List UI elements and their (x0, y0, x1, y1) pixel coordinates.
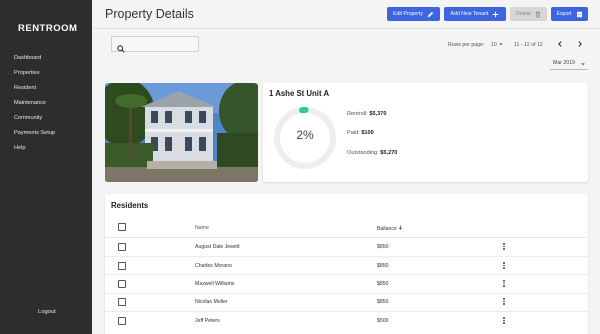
sidebar-item-help[interactable]: Help (14, 144, 55, 159)
export-button[interactable]: Export (551, 7, 588, 21)
paid-value: $100 (361, 130, 374, 136)
select-all-checkbox[interactable] (118, 223, 126, 231)
more-vertical-icon[interactable] (501, 298, 507, 307)
rows-per-page-select[interactable]: 10 (491, 42, 497, 48)
delete-label: Delete (516, 11, 531, 17)
resident-balance: $850 (377, 299, 389, 305)
row-divider (105, 293, 588, 294)
outstanding-stat: Outstanding: $5,270 (347, 150, 397, 156)
rows-per-page-label: Rows per page: (448, 42, 485, 48)
outstanding-value: $5,270 (380, 150, 398, 156)
residents-title: Residents (111, 201, 149, 210)
sidebar-item-resident[interactable]: Resident (14, 84, 55, 99)
more-vertical-icon[interactable] (501, 262, 507, 271)
resident-balance: $850 (377, 263, 389, 269)
plus-icon (492, 11, 499, 18)
sidebar-item-properties[interactable]: Properties (14, 69, 55, 84)
month-value: Mar 2019 (553, 60, 575, 66)
row-checkbox[interactable] (118, 317, 126, 325)
rentroll-value: $5,370 (369, 111, 387, 117)
page-title: Property Details (105, 7, 194, 21)
rent-progress-percent: 2% (296, 128, 314, 142)
header-divider (92, 28, 600, 29)
paid-stat: Paid: $100 (347, 130, 374, 136)
row-checkbox[interactable] (118, 262, 126, 270)
search-input[interactable] (128, 38, 196, 50)
more-vertical-icon[interactable] (501, 280, 507, 289)
column-header-balance[interactable]: Ballance (377, 225, 403, 232)
add-new-tenant-label: Add New Tenant (450, 11, 489, 17)
edit-property-label: Edit Property (393, 11, 423, 17)
sidebar-item-community[interactable]: Community (14, 114, 55, 129)
caret-down-icon[interactable] (498, 41, 504, 49)
resident-balance: $850 (377, 244, 389, 250)
rentroll-stat: Rentroll: $5,370 (347, 111, 387, 117)
chevron-left-icon[interactable] (556, 40, 564, 50)
outstanding-label: Outstanding: (347, 150, 379, 156)
row-divider (105, 311, 588, 312)
search-box[interactable] (111, 36, 199, 53)
row-checkbox[interactable] (118, 298, 126, 306)
column-header-balance-label: Ballance (377, 226, 397, 232)
more-vertical-icon[interactable] (501, 317, 507, 326)
logout-link[interactable]: Logout (38, 309, 56, 315)
brand-logo: RENTROOM (18, 23, 78, 34)
pencil-icon (427, 11, 434, 18)
sidebar-nav: Dashboard Properties Resident Maintenanc… (14, 54, 55, 159)
resident-name[interactable]: August Dale Jewett (195, 244, 240, 250)
main-content: Property Details Edit Property Add New T… (92, 0, 600, 334)
property-address: 1 Ashe St Unit A (269, 89, 330, 98)
sidebar-item-payments-setup[interactable]: Payments Setup (14, 129, 55, 144)
caret-down-icon (580, 61, 586, 69)
resident-name[interactable]: Jeff Peters (195, 318, 220, 324)
residents-card: Residents Name Ballance August Dale Jewe… (105, 194, 588, 334)
sidebar: RENTROOM Dashboard Properties Resident M… (0, 0, 92, 334)
resident-balance: $500 (377, 318, 389, 324)
resident-name[interactable]: Charles Morano (195, 263, 232, 269)
sort-arrow-down-icon (398, 225, 403, 232)
more-vertical-icon[interactable] (501, 243, 507, 252)
delete-button[interactable]: Delete (510, 7, 547, 21)
export-label: Export (556, 11, 572, 17)
resident-name[interactable]: Maxwell Williams (195, 281, 234, 287)
row-checkbox[interactable] (118, 280, 126, 288)
row-divider (105, 274, 588, 275)
export-icon (576, 11, 583, 18)
trash-icon (535, 10, 541, 18)
row-checkbox[interactable] (118, 243, 126, 251)
chevron-right-icon[interactable] (576, 40, 584, 50)
month-select[interactable]: Mar 2019 (550, 58, 588, 70)
paid-label: Paid: (347, 130, 360, 136)
resident-balance: $850 (377, 281, 389, 287)
property-photo (105, 83, 258, 182)
rentroll-label: Rentroll: (347, 111, 368, 117)
pagination-range: 11 - 12 of 12 (514, 42, 543, 48)
edit-property-button[interactable]: Edit Property (387, 7, 440, 21)
column-header-name[interactable]: Name (195, 225, 209, 231)
sidebar-item-dashboard[interactable]: Dashboard (14, 54, 55, 69)
property-summary-card: 1 Ashe St Unit A 2% Rentroll: $5,370 Pai… (263, 83, 588, 182)
add-new-tenant-button[interactable]: Add New Tenant (444, 7, 506, 21)
search-icon (117, 40, 125, 58)
header-divider (105, 237, 588, 238)
row-divider (105, 256, 588, 257)
resident-name[interactable]: Nicolas Muller (195, 299, 228, 305)
sidebar-item-maintenance[interactable]: Maintenance (14, 99, 55, 114)
